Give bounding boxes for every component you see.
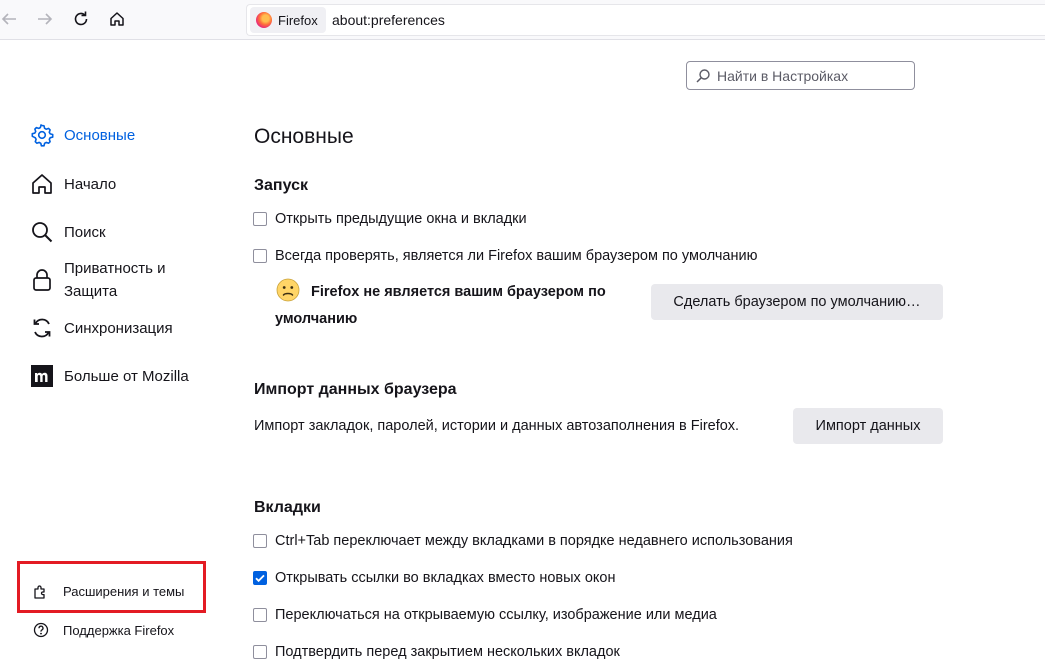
sync-icon: [30, 316, 54, 340]
check-default-option[interactable]: Всегда проверять, является ли Firefox ва…: [253, 248, 757, 264]
arrow-left-icon: [1, 13, 16, 25]
browser-toolbar: Firefox about:preferences: [0, 0, 1045, 40]
sidebar-footer-support[interactable]: Поддержка Firefox: [33, 622, 174, 638]
sidebar-label-line1: Приватность и: [64, 260, 166, 277]
page-title: Основные: [254, 125, 354, 148]
option-label: Открыть предыдущие окна и вкладки: [275, 211, 527, 227]
ctrl-tab-option[interactable]: Ctrl+Tab переключает между вкладками в п…: [253, 533, 793, 549]
reload-icon: [74, 11, 88, 26]
import-description: Импорт закладок, паролей, истории и данн…: [254, 418, 740, 434]
search-icon: [30, 220, 54, 244]
option-label: Подтвердить перед закрытием нескольких в…: [275, 644, 620, 660]
open-links-in-tabs-checkbox[interactable]: [253, 571, 267, 585]
search-icon: [696, 68, 710, 83]
sidebar-item-sync[interactable]: Синхронизация: [30, 316, 173, 340]
confirm-close-tabs-option[interactable]: Подтвердить перед закрытием нескольких в…: [253, 644, 620, 660]
sidebar-item-label: Поиск: [64, 223, 106, 241]
back-button[interactable]: [0, 8, 20, 30]
checkmark-icon: [255, 574, 265, 583]
sidebar-item-general[interactable]: Основные: [30, 123, 135, 147]
sidebar-item-more-from-mozilla[interactable]: Больше от Mozilla: [30, 364, 189, 388]
restore-session-checkbox[interactable]: [253, 212, 267, 226]
check-default-checkbox[interactable]: [253, 249, 267, 263]
sidebar-item-label: Приватность и Защита: [64, 257, 166, 303]
home-button[interactable]: [106, 8, 128, 30]
open-links-in-tabs-option[interactable]: Открывать ссылки во вкладках вместо новы…: [253, 570, 615, 586]
puzzle-icon: [33, 583, 49, 599]
address-bar[interactable]: Firefox about:preferences: [246, 4, 1045, 36]
url-text[interactable]: about:preferences: [332, 12, 445, 28]
make-default-button[interactable]: Сделать браузером по умолчанию…: [651, 284, 943, 320]
reload-button[interactable]: [70, 8, 92, 30]
arrow-right-icon: [38, 13, 53, 25]
option-label: Открывать ссылки во вкладках вместо новы…: [275, 570, 616, 586]
option-label: Переключаться на открываемую ссылку, изо…: [275, 607, 717, 623]
sidebar-item-label: Начало: [64, 175, 117, 193]
identity-box[interactable]: Firefox: [250, 7, 326, 33]
sidebar-label-line2: Защита: [64, 283, 118, 300]
option-label: Ctrl+Tab переключает между вкладками в п…: [275, 533, 793, 549]
not-default-line1: Firefox не является вашим браузером по: [311, 284, 606, 300]
import-data-button[interactable]: Импорт данных: [793, 408, 943, 444]
sidebar-item-label: Основные: [64, 126, 136, 144]
home-icon: [30, 172, 54, 196]
footer-label: Расширения и темы: [63, 583, 185, 599]
sidebar-footer-extensions[interactable]: Расширения и темы: [33, 583, 184, 599]
sidebar-item-label: Больше от Mozilla: [64, 367, 189, 385]
confirm-close-tabs-checkbox[interactable]: [253, 645, 267, 659]
switch-to-new-tab-checkbox[interactable]: [253, 608, 267, 622]
switch-to-new-tab-option[interactable]: Переключаться на открываемую ссылку, изо…: [253, 607, 717, 623]
search-input[interactable]: [715, 66, 909, 85]
sidebar-item-label: Синхронизация: [64, 319, 173, 337]
sidebar-item-privacy[interactable]: Приватность и Защита: [30, 257, 166, 303]
sidebar-item-search[interactable]: Поиск: [30, 220, 106, 244]
option-label: Всегда проверять, является ли Firefox ва…: [275, 248, 758, 264]
sidebar-item-home[interactable]: Начало: [30, 172, 116, 196]
lock-icon: [30, 268, 54, 292]
import-heading: Импорт данных браузера: [254, 381, 457, 398]
identity-label: Firefox: [278, 12, 318, 28]
settings-search[interactable]: [686, 61, 915, 90]
home-icon: [110, 12, 124, 26]
forward-button[interactable]: [34, 8, 56, 30]
not-default-message: Firefox не является вашим браузером по у…: [275, 279, 615, 333]
tabs-heading: Вкладки: [254, 499, 321, 516]
help-icon: [33, 622, 49, 638]
gear-icon: [30, 123, 54, 147]
startup-heading: Запуск: [254, 177, 308, 194]
footer-label: Поддержка Firefox: [63, 622, 175, 638]
not-default-line2: умолчанию: [275, 311, 358, 327]
restore-session-option[interactable]: Открыть предыдущие окна и вкладки: [253, 211, 527, 227]
firefox-logo-icon: [256, 12, 272, 28]
mozilla-m-icon: [30, 364, 54, 388]
ctrl-tab-checkbox[interactable]: [253, 534, 267, 548]
